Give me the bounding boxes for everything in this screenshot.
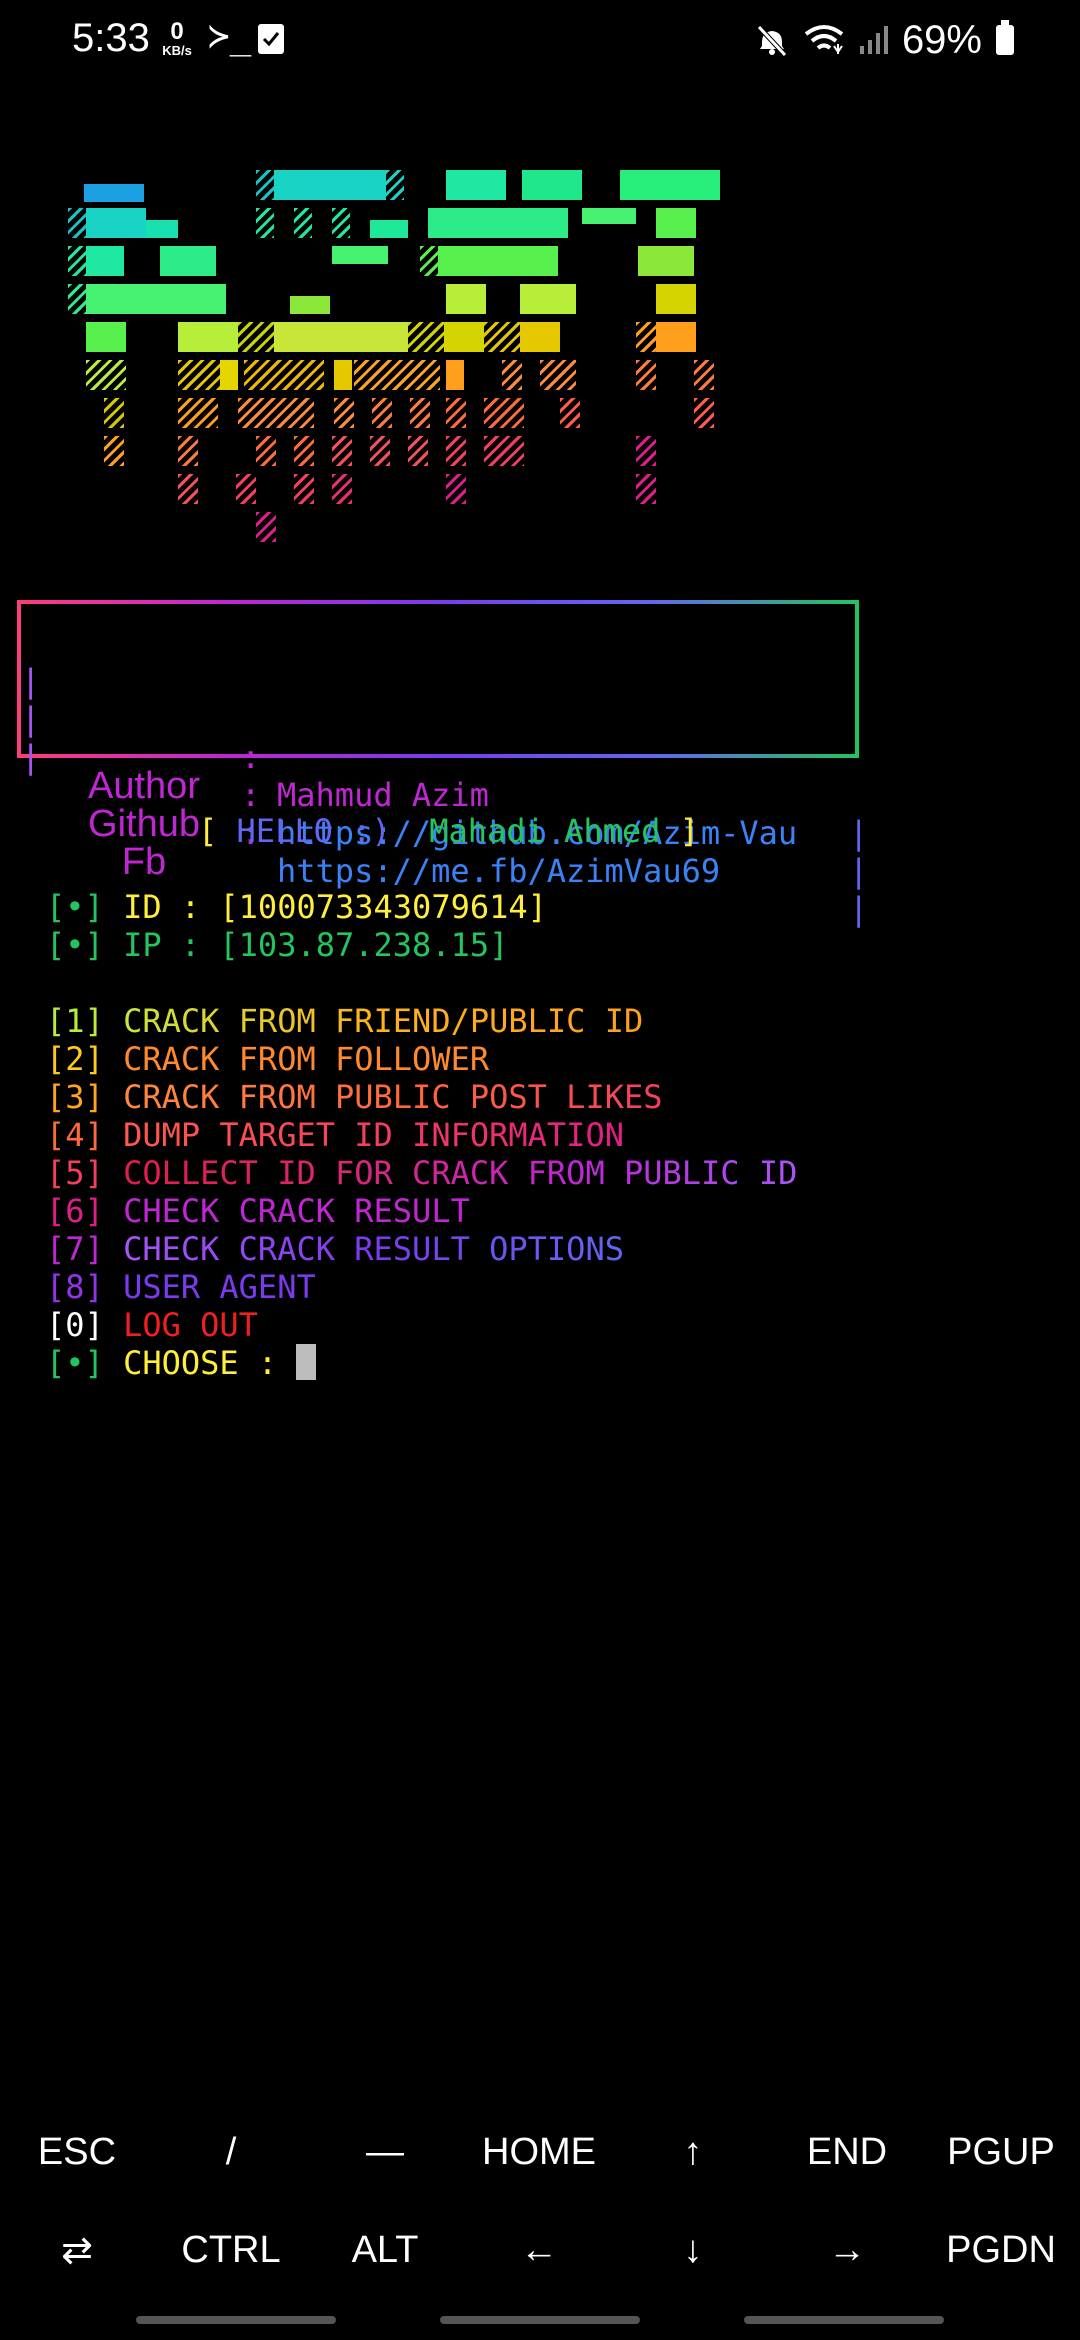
key-end[interactable]: END (770, 2104, 924, 2200)
status-right-group: 69% (754, 18, 1014, 62)
hello-greeting: HELLO :) (236, 812, 391, 850)
account-id: ID : [100073343079614] (123, 888, 547, 926)
menu-item-6: [6] CHECK CRACK RESULT (46, 1192, 470, 1230)
menu-item-3: [3] CRACK FROM PUBLIC POST LIKES (46, 1078, 663, 1116)
hello-line: [ HELLO :) Mahadi Ahmed ] (198, 812, 699, 850)
prompt-label: CHOOSE : (123, 1344, 278, 1382)
net-speed-unit: KB/s (162, 43, 192, 58)
terminal-icon: ≻_ (208, 16, 252, 57)
menu-item-8: [8] USER AGENT (46, 1268, 316, 1306)
nav-handle-center[interactable] (440, 2316, 640, 2324)
bullet: [•] (46, 1344, 104, 1382)
ascii-art-banner (60, 160, 740, 550)
nav-handle-left[interactable] (136, 2316, 336, 2324)
ip-line: [•] IP : [103.87.238.15] (46, 926, 508, 964)
key-ctrl[interactable]: CTRL (154, 2202, 308, 2298)
author-value: Mahmud Azim (277, 776, 489, 814)
menu-item-2: [2] CRACK FROM FOLLOWER (46, 1040, 490, 1078)
battery-icon (996, 20, 1014, 55)
wifi-icon (804, 25, 844, 54)
key-esc[interactable]: ESC (0, 2104, 154, 2200)
net-speed-indicator: 0 KB/s (158, 18, 196, 58)
key-slash[interactable]: / (154, 2104, 308, 2200)
key-tab-icon[interactable]: ⇄ (0, 2202, 154, 2298)
key-pgdn[interactable]: PGDN (924, 2202, 1078, 2298)
key-up-arrow[interactable]: ↑ (616, 2104, 770, 2200)
bullet: [•] (46, 888, 104, 926)
menu-item-7: [7] CHECK CRACK RESULT OPTIONS (46, 1230, 624, 1268)
id-line: [•] ID : [100073343079614] (46, 888, 547, 926)
menu-item-1: [1] CRACK FROM FRIEND/PUBLIC ID (46, 1002, 644, 1040)
battery-percent: 69% (901, 17, 982, 62)
signal-icon (859, 26, 888, 54)
key-dash[interactable]: — (308, 2104, 462, 2200)
checkbox-notification-icon (258, 24, 284, 54)
fb-link[interactable]: https://me.fb/AzimVau69 (277, 852, 720, 890)
key-down-arrow[interactable]: ↓ (616, 2202, 770, 2298)
bullet: [•] (46, 926, 104, 964)
menu-item-0: [0] LOG OUT (46, 1306, 258, 1344)
menu-item-5: [5] COLLECT ID FOR CRACK FROM PUBLIC ID (46, 1154, 798, 1192)
net-speed-value: 0 (170, 18, 184, 45)
key-right-arrow[interactable]: → (770, 2202, 924, 2298)
choose-prompt[interactable]: [•] CHOOSE : (46, 1344, 317, 1382)
key-alt[interactable]: ALT (308, 2202, 462, 2298)
key-left-arrow[interactable]: ← (462, 2202, 616, 2298)
status-time: 5:33 (72, 16, 150, 60)
mute-icon (757, 25, 787, 57)
status-bar: 5:33 0 KB/s ≻_ 69% (0, 0, 1080, 84)
extra-keys-bar: ESC / — HOME ↑ END PGUP ⇄ CTRL ALT ← ↓ →… (0, 2104, 1080, 2304)
info-row-github: | Github : https://github.com/Azim-Vau | (21, 700, 869, 890)
menu-item-4: [4] DUMP TARGET ID INFORMATION (46, 1116, 624, 1154)
nav-handle-right[interactable] (744, 2316, 944, 2324)
termux-screen: 5:33 0 KB/s ≻_ 69% | Author: Mahmud Azi… (0, 0, 1080, 2340)
info-row-fb: | Fb : https://me.fb/AzimVau69 | (21, 738, 869, 928)
author-info-box: | Author : Mahmud Azim | | Github : http… (17, 600, 869, 928)
key-home[interactable]: HOME (462, 2104, 616, 2200)
text-cursor (296, 1344, 317, 1380)
account-ip: IP : [103.87.238.15] (123, 926, 509, 964)
user-name: Mahadi Ahmed (429, 812, 661, 850)
info-row-author: | Author : Mahmud Azim | (21, 662, 869, 852)
key-pgup[interactable]: PGUP (924, 2104, 1078, 2200)
